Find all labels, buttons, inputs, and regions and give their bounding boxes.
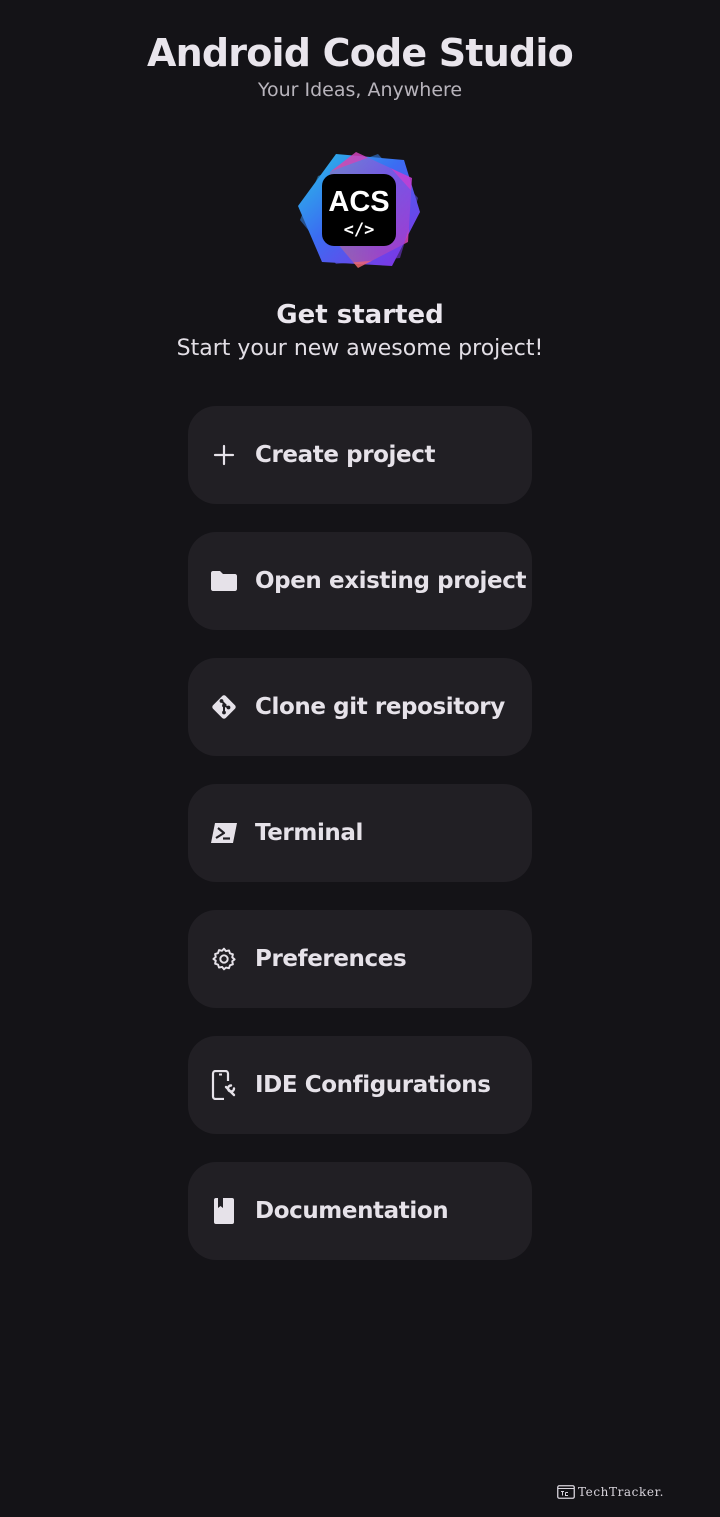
logo-text: ACS [328, 186, 389, 218]
plus-icon [210, 441, 238, 469]
watermark: TechTracker. [557, 1485, 664, 1499]
get-started-title: Get started [276, 300, 444, 330]
clone-git-repository-label: Clone git repository [255, 694, 505, 720]
watermark-logo-icon [557, 1485, 575, 1499]
terminal-icon [210, 819, 238, 847]
terminal-button[interactable]: Terminal [188, 784, 532, 882]
get-started-subtitle: Start your new awesome project! [176, 336, 544, 361]
git-icon [210, 693, 238, 721]
action-menu: Create project Open existing project Clo… [188, 406, 532, 1288]
app-subtitle: Your Ideas, Anywhere [257, 79, 463, 101]
logo-code-glyph: </> [344, 220, 375, 240]
create-project-label: Create project [255, 442, 436, 468]
app-logo: ACS </> [298, 152, 420, 268]
preferences-label: Preferences [255, 946, 407, 972]
gear-icon [210, 945, 238, 973]
terminal-label: Terminal [255, 820, 364, 846]
clone-git-repository-button[interactable]: Clone git repository [188, 658, 532, 756]
ide-configurations-button[interactable]: IDE Configurations [188, 1036, 532, 1134]
phone-settings-icon [210, 1070, 238, 1100]
folder-icon [210, 567, 238, 595]
watermark-text: TechTracker. [577, 1485, 664, 1499]
app-title: Android Code Studio [147, 31, 574, 75]
preferences-button[interactable]: Preferences [188, 910, 532, 1008]
book-icon [210, 1197, 238, 1225]
ide-configurations-label: IDE Configurations [255, 1072, 491, 1098]
documentation-button[interactable]: Documentation [188, 1162, 532, 1260]
documentation-label: Documentation [255, 1198, 449, 1224]
create-project-button[interactable]: Create project [188, 406, 532, 504]
open-existing-project-button[interactable]: Open existing project [188, 532, 532, 630]
open-existing-project-label: Open existing project [255, 568, 527, 594]
